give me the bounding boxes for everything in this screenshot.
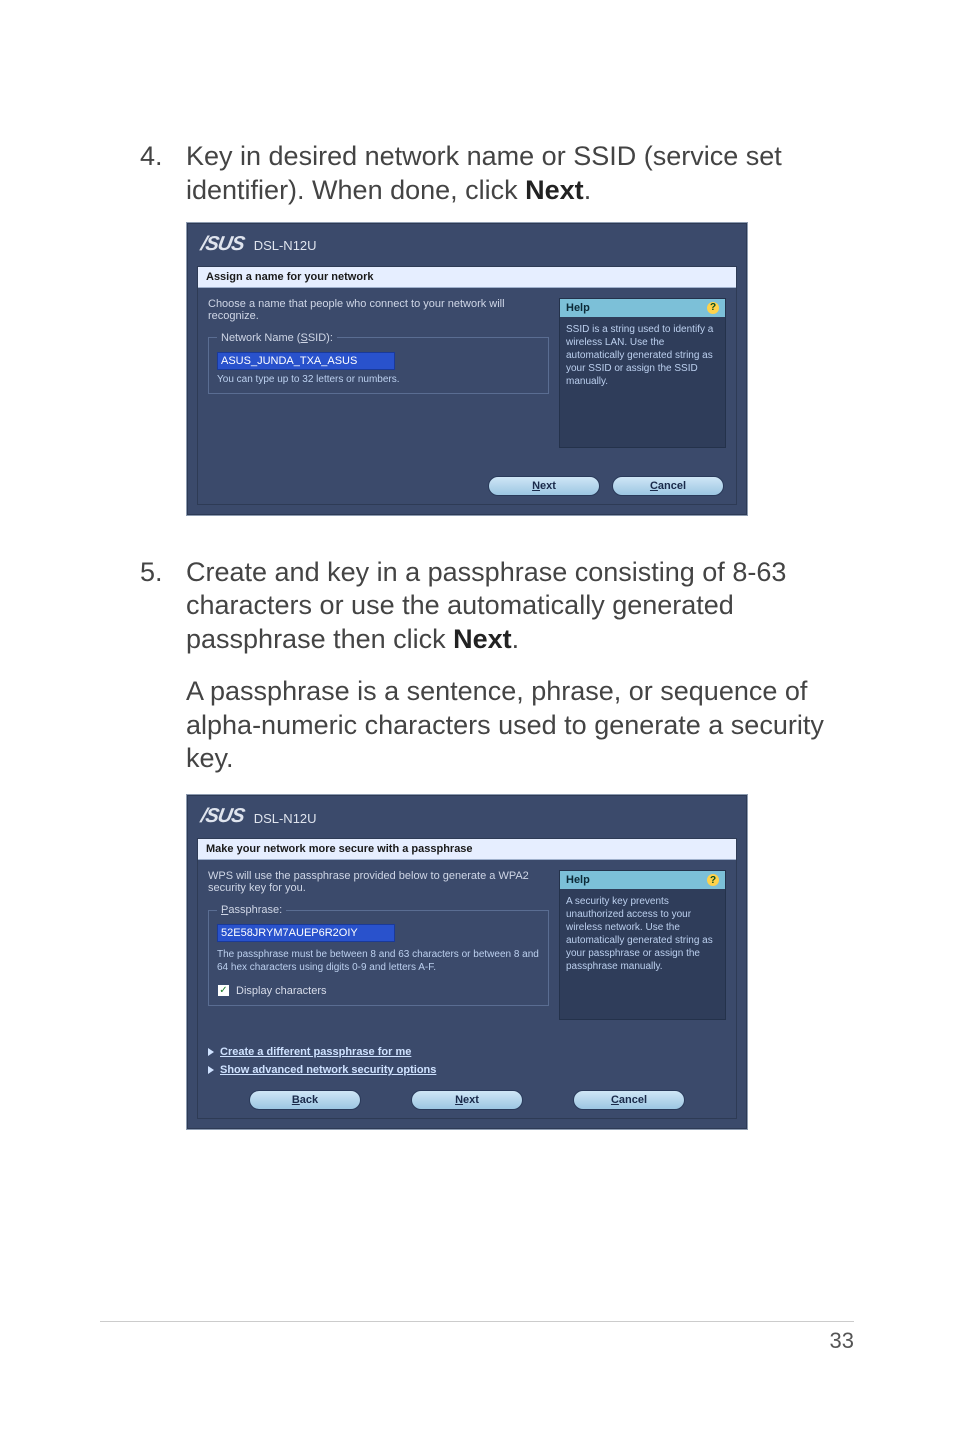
step-4-text-c: . [584,175,592,205]
display-characters-label: Display characters [236,985,327,997]
ssid-fieldset: Network Name (SSID): You can type up to … [208,332,549,394]
ssid-dialog: /SUS DSL-N12U Assign a name for your net… [186,222,748,516]
step-4-text: Key in desired network name or SSID (ser… [186,140,854,208]
triangle-icon [208,1048,214,1056]
next-rest: ext [463,1094,479,1106]
back-button[interactable]: Back [249,1090,361,1110]
next-ul: N [532,480,540,492]
asus-logo-text: /SUS [199,233,246,256]
legend-ul: S [300,332,307,344]
cancel-ul: C [611,1094,619,1106]
back-rest: ack [300,1094,318,1106]
asus-logo: /SUS [201,805,244,828]
back-ul: B [292,1094,300,1106]
ssid-input[interactable] [217,352,395,370]
ssid-hint: You can type up to 32 letters or numbers… [217,374,540,385]
step-4-text-b: Next [525,175,584,205]
chk-rest: isplay characters [244,985,327,997]
passphrase-input[interactable] [217,924,395,942]
dialog-header: /SUS DSL-N12U [187,795,747,838]
help-body: SSID is a string used to identify a wire… [560,317,725,394]
link-label: Show advanced network security options [220,1064,436,1076]
asus-logo: /SUS [201,233,244,256]
intro-text: Choose a name that people who connect to… [208,298,549,322]
passphrase-dialog: /SUS DSL-N12U Make your network more sec… [186,794,748,1130]
step-5-text: Create and key in a passphrase consistin… [186,556,854,657]
help-pane: Help ? SSID is a string used to identify… [559,298,726,448]
step-5-number: 5. [140,556,186,657]
footer-rule [100,1321,854,1322]
product-model: DSL-N12U [254,238,317,253]
passphrase-hint: The passphrase must be between 8 and 63 … [217,948,540,974]
display-characters-checkbox[interactable]: ✓ [217,984,230,997]
next-ul: N [455,1094,463,1106]
passphrase-legend: Passphrase: [217,904,286,916]
help-title: Help [566,874,590,886]
legend-pre: Network Name ( [221,332,300,344]
step-5-para2: A passphrase is a sentence, phrase, or s… [186,675,854,776]
ssid-legend: Network Name (SSID): [217,332,337,344]
product-model: DSL-N12U [254,811,317,826]
link-label: Create a different passphrase for me [220,1046,411,1058]
section-title: Assign a name for your network [198,267,736,288]
next-rest: ext [540,480,556,492]
legend-post: SID): [308,332,333,344]
step-5-text-c: . [512,624,520,654]
dialog-body: Make your network more secure with a pas… [197,838,737,1119]
show-advanced-options-link[interactable]: Show advanced network security options [208,1064,726,1076]
chk-ul: D [236,985,244,997]
triangle-icon [208,1066,214,1074]
left-pane: Choose a name that people who connect to… [208,298,549,448]
dialog-header: /SUS DSL-N12U [187,223,747,266]
help-header: Help ? [560,299,725,317]
help-body: A security key prevents unauthorized acc… [560,889,725,979]
cancel-rest: ancel [658,480,686,492]
step-4-text-a: Key in desired network name or SSID (ser… [186,141,782,205]
help-icon: ? [707,874,719,886]
asus-logo-text: /SUS [199,805,246,828]
step-4-number: 4. [140,140,186,208]
page-number: 33 [830,1328,854,1354]
step-5-text-b: Next [453,624,512,654]
next-button[interactable]: Next [488,476,600,496]
help-header: Help ? [560,871,725,889]
dialog-body: Assign a name for your network Choose a … [197,266,737,505]
legend-post: assphrase: [228,904,282,916]
cancel-button[interactable]: Cancel [573,1090,685,1110]
help-pane: Help ? A security key prevents unauthori… [559,870,726,1020]
create-different-passphrase-link[interactable]: Create a different passphrase for me [208,1046,726,1058]
cancel-ul: C [650,480,658,492]
intro-text: WPS will use the passphrase provided bel… [208,870,549,894]
cancel-rest: ancel [619,1094,647,1106]
help-title: Help [566,302,590,314]
cancel-button[interactable]: Cancel [612,476,724,496]
help-icon: ? [707,302,719,314]
section-title: Make your network more secure with a pas… [198,839,736,860]
passphrase-fieldset: Passphrase: The passphrase must be betwe… [208,904,549,1006]
next-button[interactable]: Next [411,1090,523,1110]
left-pane: WPS will use the passphrase provided bel… [208,870,549,1020]
